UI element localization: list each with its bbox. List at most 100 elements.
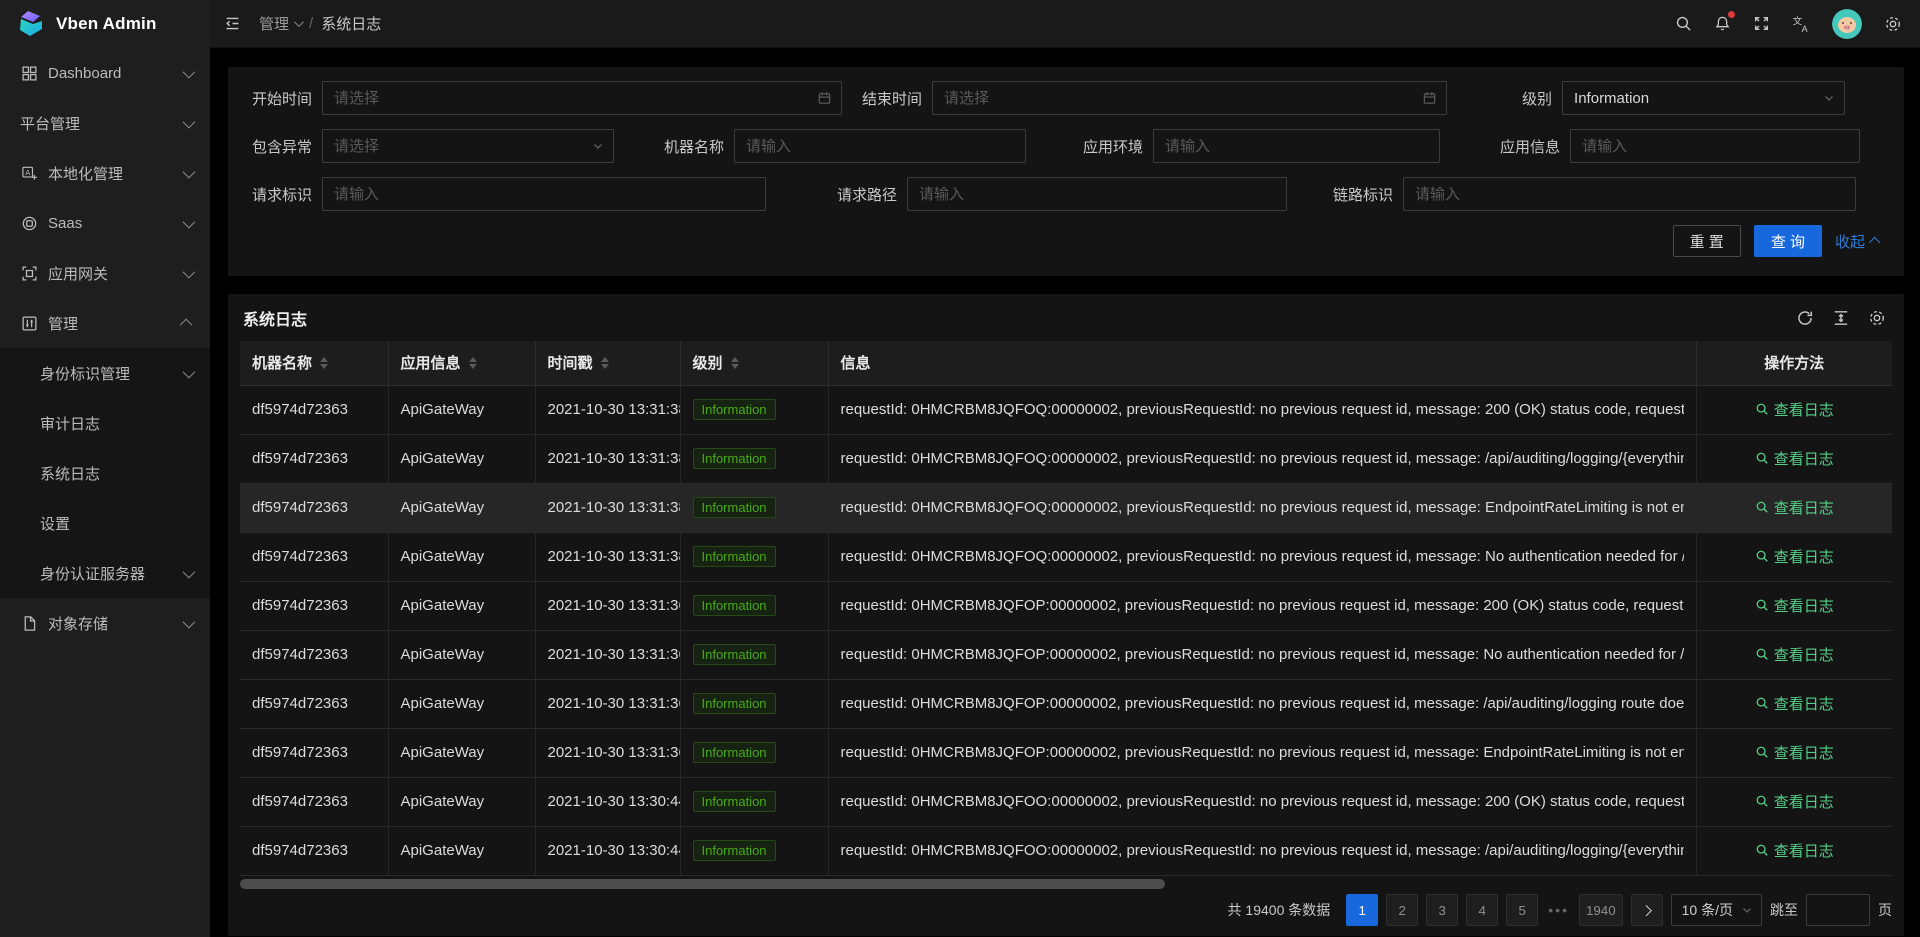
filter-field-input[interactable] bbox=[1154, 130, 1439, 162]
page-number-button[interactable]: 4 bbox=[1466, 894, 1498, 926]
sort-carets-icon bbox=[469, 357, 477, 369]
sidebar-item[interactable]: 审计日志 bbox=[0, 398, 210, 448]
table-column-header[interactable]: 机器名称 bbox=[240, 341, 388, 385]
column-settings-gear-icon[interactable] bbox=[1868, 309, 1886, 327]
app-logo[interactable]: Vben Admin bbox=[0, 0, 210, 48]
scrollbar-thumb[interactable] bbox=[240, 879, 1165, 889]
table-column-header[interactable]: 操作方法 bbox=[1696, 341, 1892, 385]
cell-actions: 查看日志 bbox=[1696, 777, 1892, 826]
next-page-button[interactable] bbox=[1631, 894, 1663, 926]
filter-field-input[interactable] bbox=[933, 82, 1446, 114]
view-log-link[interactable]: 查看日志 bbox=[1755, 791, 1834, 812]
cell-actions: 查看日志 bbox=[1696, 728, 1892, 777]
view-log-link[interactable]: 查看日志 bbox=[1755, 546, 1834, 567]
cell-actions: 查看日志 bbox=[1696, 630, 1892, 679]
cell-timestamp: 2021-10-30 13:30:44 bbox=[535, 826, 680, 875]
filter-field-input[interactable] bbox=[323, 178, 765, 210]
chevron-right-icon bbox=[1640, 905, 1651, 916]
search-icon bbox=[1755, 745, 1769, 759]
table-header-row: 机器名称 应用信息 bbox=[240, 341, 1892, 385]
view-log-link[interactable]: 查看日志 bbox=[1755, 595, 1834, 616]
last-page-button[interactable]: 1940 bbox=[1579, 894, 1623, 926]
collapse-menu-icon[interactable] bbox=[224, 15, 241, 32]
filter-field-label: 结束时间 bbox=[862, 88, 932, 109]
reset-button[interactable]: 重 置 bbox=[1673, 225, 1741, 257]
cell-machine-name: df5974d72363 bbox=[240, 581, 388, 630]
table-title: 系统日志 bbox=[240, 306, 307, 330]
cell-actions: 查看日志 bbox=[1696, 679, 1892, 728]
sidebar-item[interactable]: 身份标识管理 bbox=[0, 348, 210, 398]
cell-level: Information bbox=[680, 483, 828, 532]
view-log-link[interactable]: 查看日志 bbox=[1755, 448, 1834, 469]
filter-field-input[interactable] bbox=[1563, 82, 1844, 114]
filter-field-input[interactable] bbox=[1404, 178, 1855, 210]
filter-field-input[interactable] bbox=[323, 130, 613, 162]
filter-field-label: 应用信息 bbox=[1500, 136, 1570, 157]
collapse-filter-link[interactable]: 收起 bbox=[1835, 231, 1880, 252]
sidebar-item-label: 本地化管理 bbox=[48, 163, 123, 184]
sidebar-item[interactable]: 系统日志 bbox=[0, 448, 210, 498]
table-column-header[interactable]: 级别 bbox=[680, 341, 828, 385]
view-log-link[interactable]: 查看日志 bbox=[1755, 693, 1834, 714]
refresh-icon[interactable] bbox=[1796, 309, 1814, 327]
breadcrumb-menu[interactable]: 管理 bbox=[259, 13, 301, 34]
sidebar-item[interactable]: 身份认证服务器 bbox=[0, 548, 210, 598]
log-table: 机器名称 应用信息 bbox=[240, 341, 1892, 876]
sidebar-item-label: 身份认证服务器 bbox=[40, 563, 145, 584]
page-number-button[interactable]: 2 bbox=[1386, 894, 1418, 926]
sort-carets-icon bbox=[601, 357, 609, 369]
table-column-header[interactable]: 信息 bbox=[828, 341, 1696, 385]
fullscreen-icon[interactable] bbox=[1753, 15, 1770, 32]
sidebar-item-label: 平台管理 bbox=[20, 113, 80, 134]
level-badge: Information bbox=[693, 448, 776, 469]
sidebar-item[interactable]: 设置 bbox=[0, 498, 210, 548]
table-column-header[interactable]: 应用信息 bbox=[388, 341, 535, 385]
view-log-link[interactable]: 查看日志 bbox=[1755, 497, 1834, 518]
gateway-icon bbox=[20, 264, 38, 282]
filter-field: 开始时间 bbox=[252, 81, 842, 115]
row-height-icon[interactable] bbox=[1832, 309, 1850, 327]
view-log-link[interactable]: 查看日志 bbox=[1755, 840, 1834, 861]
sort-carets-icon bbox=[731, 357, 739, 369]
translate-icon[interactable]: 文 A bbox=[1792, 15, 1810, 33]
cell-level: Information bbox=[680, 532, 828, 581]
page-number-button[interactable]: 3 bbox=[1426, 894, 1458, 926]
cell-level: Information bbox=[680, 385, 828, 434]
sidebar-item[interactable]: 管理 bbox=[0, 298, 210, 348]
sidebar-item[interactable]: A 本地化管理 bbox=[0, 148, 210, 198]
view-log-link[interactable]: 查看日志 bbox=[1755, 399, 1834, 420]
cell-timestamp: 2021-10-30 13:30:44 bbox=[535, 777, 680, 826]
chevron-down-icon bbox=[183, 65, 196, 78]
manage-icon bbox=[20, 314, 38, 332]
sidebar-item[interactable]: 应用网关 bbox=[0, 248, 210, 298]
user-avatar[interactable] bbox=[1832, 9, 1862, 39]
cell-app-info: ApiGateWay bbox=[388, 385, 535, 434]
sidebar-item[interactable]: 平台管理 bbox=[0, 98, 210, 148]
filter-field-input[interactable] bbox=[908, 178, 1286, 210]
notification-bell-icon[interactable] bbox=[1714, 15, 1731, 32]
filter-row: 请求标识 请求路径 链路标识 bbox=[252, 177, 1880, 211]
view-log-link[interactable]: 查看日志 bbox=[1755, 742, 1834, 763]
view-log-link[interactable]: 查看日志 bbox=[1755, 644, 1834, 665]
level-badge: Information bbox=[693, 840, 776, 861]
table-column-header[interactable]: 时间戳 bbox=[535, 341, 680, 385]
breadcrumb-separator: / bbox=[309, 15, 313, 32]
filter-field-input[interactable] bbox=[323, 82, 841, 114]
search-icon[interactable] bbox=[1675, 15, 1692, 32]
jump-to-page-input[interactable] bbox=[1806, 894, 1870, 926]
sidebar-item[interactable]: 对象存储 bbox=[0, 598, 210, 648]
filter-field-input[interactable] bbox=[1571, 130, 1859, 162]
page-number-button[interactable]: 1 bbox=[1346, 894, 1378, 926]
page-number-button[interactable]: 5 bbox=[1506, 894, 1538, 926]
chevron-down-icon bbox=[183, 165, 196, 178]
settings-gear-icon[interactable] bbox=[1884, 15, 1902, 33]
cell-level: Information bbox=[680, 434, 828, 483]
page-size-select[interactable]: 10 条/页 bbox=[1671, 894, 1762, 926]
filter-field-label: 链路标识 bbox=[1333, 184, 1403, 205]
cell-timestamp: 2021-10-30 13:31:36 bbox=[535, 728, 680, 777]
sidebar-item[interactable]: Dashboard bbox=[0, 48, 210, 98]
query-button[interactable]: 查 询 bbox=[1754, 225, 1822, 257]
cell-level: Information bbox=[680, 581, 828, 630]
sidebar-item[interactable]: Saas bbox=[0, 198, 210, 248]
filter-field-input[interactable] bbox=[735, 130, 1025, 162]
